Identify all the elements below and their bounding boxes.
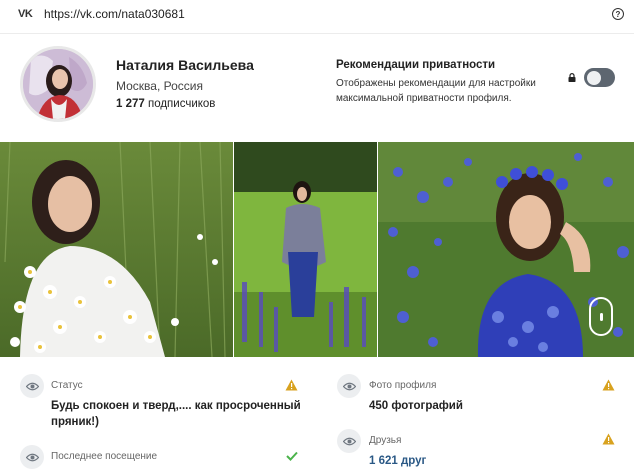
profile-photos-value[interactable]: 450 фотографий (369, 398, 463, 414)
avatar[interactable] (20, 46, 96, 122)
scroll-handle[interactable] (589, 297, 613, 336)
help-icon[interactable]: ? (612, 8, 624, 20)
eye-icon (20, 374, 44, 398)
divider (0, 33, 634, 34)
privacy-description: Отображены рекомендации для настройки ма… (336, 78, 536, 104)
page-url[interactable]: https://vk.com/nata030681 (44, 7, 185, 21)
profile-photos-label: Фото профиля (369, 380, 437, 391)
eye-icon (337, 374, 361, 398)
photo-2[interactable] (234, 142, 377, 357)
friends-value[interactable]: 1 621 друг (369, 453, 426, 469)
privacy-title: Рекомендации приватности (336, 59, 496, 71)
photo-2-image (234, 142, 377, 357)
subscribers-label: подписчиков (144, 98, 216, 110)
scroll-handle-dot (600, 313, 603, 321)
toggle-knob (587, 70, 601, 85)
eye-icon (20, 445, 44, 469)
address-bar: VK https://vk.com/nata030681 ? (0, 0, 634, 28)
warning-icon (285, 379, 298, 391)
profile-name[interactable]: Наталия Васильева (116, 57, 254, 73)
subscribers-count[interactable]: 1 277 подписчиков (116, 98, 215, 110)
profile-city: Москва, Россия (116, 79, 203, 93)
photo-1-image (0, 142, 233, 357)
status-value: Будь спокоен и тверд,.... как просроченн… (51, 400, 301, 428)
photo-strip (0, 142, 634, 357)
subscribers-number: 1 277 (116, 98, 145, 110)
photo-1[interactable] (0, 142, 233, 357)
warning-icon (602, 433, 615, 445)
vk-logo-icon: VK (18, 8, 33, 20)
status-label: Статус (51, 380, 83, 391)
friends-label: Друзья (369, 435, 402, 446)
privacy-toggle[interactable] (584, 68, 615, 87)
check-icon (286, 451, 298, 461)
warning-icon (602, 379, 615, 391)
lock-icon (568, 73, 576, 82)
eye-icon (337, 429, 361, 453)
last-visit-label: Последнее посещение (51, 451, 158, 462)
avatar-photo (23, 49, 93, 119)
